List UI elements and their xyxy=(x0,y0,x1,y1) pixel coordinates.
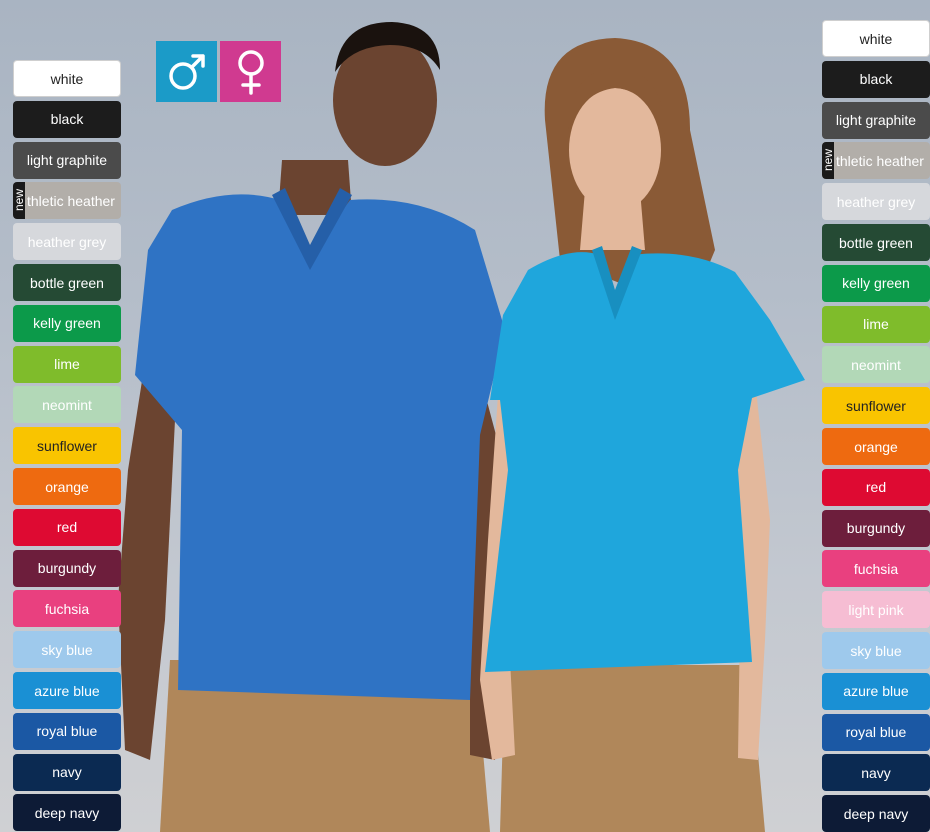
color-swatch-label: thletic heather xyxy=(836,152,924,169)
color-swatch-light-graphite[interactable]: light graphite xyxy=(822,101,930,139)
color-swatch-label: neomint xyxy=(42,396,92,413)
color-swatch-neomint[interactable]: neomint xyxy=(822,346,930,384)
color-swatch-white[interactable]: white xyxy=(822,20,930,57)
man-shirt xyxy=(135,194,505,700)
color-swatch-deep-navy[interactable]: deep navy xyxy=(822,795,930,832)
color-swatch-label: sunflower xyxy=(846,397,906,414)
color-swatch-label: light graphite xyxy=(26,152,108,169)
color-swatch-red[interactable]: red xyxy=(13,508,121,546)
male-icon xyxy=(168,53,205,90)
color-swatch-azure-blue[interactable]: azure blue xyxy=(822,672,930,710)
male-gender-tile xyxy=(156,41,217,102)
color-swatch-label: white xyxy=(859,30,893,47)
models-photo xyxy=(118,22,805,832)
color-swatch-label: fuchsia xyxy=(44,600,90,617)
color-swatch-label: burgundy xyxy=(846,520,906,537)
color-swatch-royal-blue[interactable]: royal blue xyxy=(13,712,121,750)
color-swatch-burgundy[interactable]: burgundy xyxy=(822,509,930,547)
color-swatch-bottle-green[interactable]: bottle green xyxy=(13,264,121,301)
color-swatch-heather-grey[interactable]: heather grey xyxy=(822,183,930,221)
color-swatch-lime[interactable]: lime xyxy=(822,305,930,343)
color-swatch-royal-blue[interactable]: royal blue xyxy=(822,713,930,751)
female-gender-tile xyxy=(220,41,281,102)
color-swatch-label: royal blue xyxy=(36,723,98,740)
man-model xyxy=(118,22,505,832)
color-swatch-sunflower[interactable]: sunflower xyxy=(13,427,121,465)
color-swatch-azure-blue[interactable]: azure blue xyxy=(13,672,121,709)
color-swatch-label: azure blue xyxy=(34,682,100,699)
female-icon xyxy=(237,49,264,95)
color-swatch-navy[interactable]: navy xyxy=(13,753,121,791)
color-swatch-label: black xyxy=(50,111,84,128)
color-swatch-label: navy xyxy=(861,764,891,781)
color-swatch-label: fuchsia xyxy=(853,560,899,577)
color-swatch-fuchsia[interactable]: fuchsia xyxy=(13,590,121,628)
color-swatch-red[interactable]: red xyxy=(822,468,930,506)
color-swatch-label: deep navy xyxy=(34,804,100,821)
woman-trousers xyxy=(500,665,765,832)
color-swatch-thletic-heather[interactable]: new thletic heather xyxy=(822,142,930,180)
color-swatch-kelly-green[interactable]: kelly green xyxy=(822,264,930,302)
color-swatch-neomint[interactable]: neomint xyxy=(13,386,121,424)
color-swatch-deep-navy[interactable]: deep navy xyxy=(13,794,121,832)
color-swatch-label: orange xyxy=(45,478,89,495)
color-swatch-label: orange xyxy=(854,438,898,455)
color-swatch-kelly-green[interactable]: kelly green xyxy=(13,304,121,342)
color-swatch-label: red xyxy=(56,519,78,536)
color-swatch-thletic-heather[interactable]: new thletic heather xyxy=(13,182,121,220)
new-badge: new xyxy=(13,182,26,220)
color-swatch-label: sky blue xyxy=(850,642,902,659)
color-swatch-label: heather grey xyxy=(27,233,107,250)
color-swatch-orange[interactable]: orange xyxy=(13,468,121,505)
color-swatch-label: heather grey xyxy=(836,193,916,210)
color-swatch-white[interactable]: white xyxy=(13,60,121,97)
color-swatch-label: black xyxy=(859,71,893,88)
woman-head xyxy=(569,88,661,212)
color-swatch-label: red xyxy=(865,479,887,496)
woman-model xyxy=(480,38,805,832)
color-swatch-label: royal blue xyxy=(845,724,907,741)
color-swatch-label: lime xyxy=(54,356,80,373)
color-swatch-label: bottle green xyxy=(30,274,104,291)
color-swatch-label: kelly green xyxy=(33,315,101,332)
color-swatch-fuchsia[interactable]: fuchsia xyxy=(822,550,930,588)
color-swatch-light-pink[interactable]: light pink xyxy=(822,591,930,629)
color-swatch-navy[interactable]: navy xyxy=(822,754,930,792)
color-swatch-label: burgundy xyxy=(37,560,97,577)
color-swatch-lime[interactable]: lime xyxy=(13,345,121,383)
color-swatch-label: bottle green xyxy=(839,234,913,251)
color-swatch-label: kelly green xyxy=(842,275,910,292)
color-swatch-light-graphite[interactable]: light graphite xyxy=(13,141,121,179)
color-swatch-black[interactable]: black xyxy=(13,100,121,138)
color-swatch-black[interactable]: black xyxy=(822,60,930,98)
color-swatch-label: deep navy xyxy=(843,805,909,822)
color-swatch-label: light pink xyxy=(848,601,904,618)
new-badge: new xyxy=(822,142,835,180)
color-swatch-sunflower[interactable]: sunflower xyxy=(822,387,930,425)
color-swatch-label: light graphite xyxy=(835,112,917,129)
color-swatch-bottle-green[interactable]: bottle green xyxy=(822,224,930,261)
color-swatch-label: white xyxy=(50,70,84,87)
color-swatch-label: azure blue xyxy=(843,683,909,700)
color-swatch-label: navy xyxy=(52,764,82,781)
color-swatch-label: sunflower xyxy=(37,437,97,454)
color-swatch-label: neomint xyxy=(851,356,901,373)
color-swatch-sky-blue[interactable]: sky blue xyxy=(13,631,121,669)
color-swatch-label: sky blue xyxy=(41,641,93,658)
color-swatch-label: lime xyxy=(863,316,889,333)
color-swatch-sky-blue[interactable]: sky blue xyxy=(822,632,930,669)
color-swatch-label: thletic heather xyxy=(27,192,115,209)
color-swatch-heather-grey[interactable]: heather grey xyxy=(13,223,121,261)
color-swatch-burgundy[interactable]: burgundy xyxy=(13,549,121,587)
color-swatch-orange[interactable]: orange xyxy=(822,428,930,465)
